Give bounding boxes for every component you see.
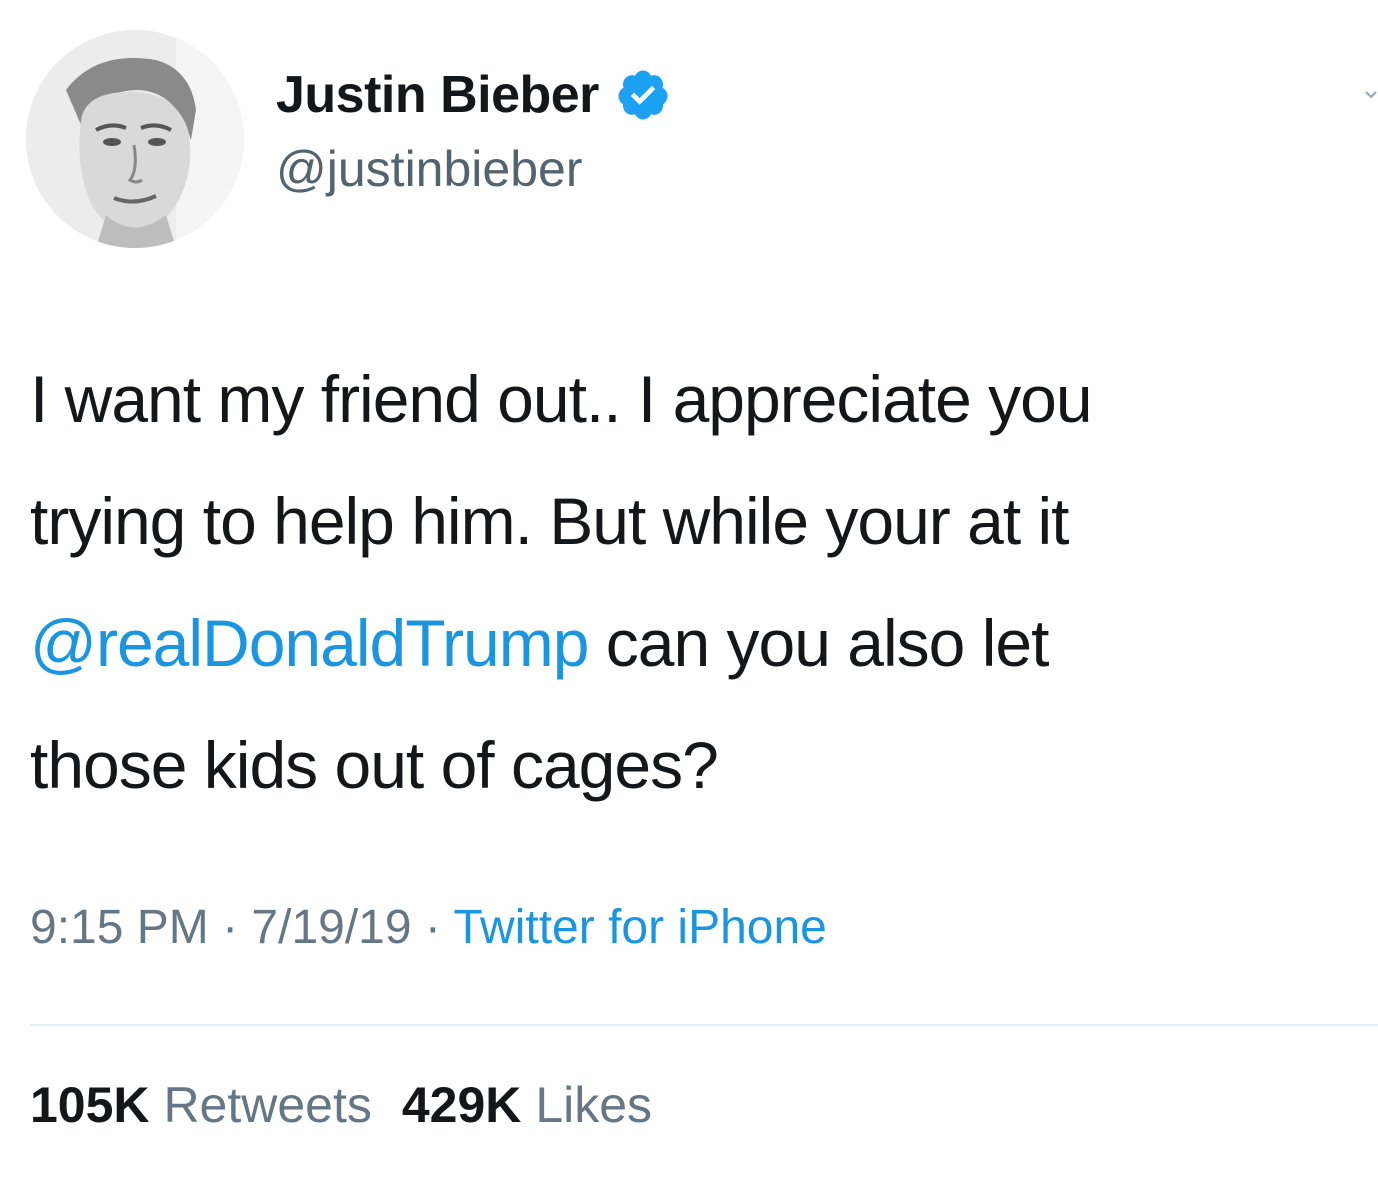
tweet-line-text: I want my friend out.. I appreciate you bbox=[30, 362, 1093, 436]
meta-separator: · bbox=[208, 901, 252, 954]
tweet-line: those kids out of cages? bbox=[30, 704, 1360, 826]
avatar[interactable] bbox=[26, 30, 244, 248]
verified-badge-icon bbox=[618, 70, 668, 120]
name-row: Justin Bieber bbox=[276, 60, 671, 130]
tweet-line-text: those kids out of cages? bbox=[30, 728, 719, 802]
user-handle[interactable]: @justinbieber bbox=[276, 140, 582, 198]
tweet-text: I want my friend out.. I appreciate you … bbox=[30, 338, 1360, 826]
tweet-line: I want my friend out.. I appreciate you bbox=[30, 338, 1360, 460]
likes-stat[interactable]: 429K Likes bbox=[402, 1077, 652, 1133]
tweet-line: trying to help him. But while your at it bbox=[30, 460, 1360, 582]
tweet-stats: 105K Retweets 429K Likes bbox=[30, 1076, 652, 1134]
tweet-meta: 9:15 PM · 7/19/19 · Twitter for iPhone bbox=[30, 900, 827, 955]
retweets-label: Retweets bbox=[163, 1077, 372, 1133]
divider bbox=[30, 1024, 1378, 1026]
likes-count: 429K bbox=[401, 1077, 522, 1133]
tweet-time: 9:15 PM bbox=[30, 901, 209, 954]
avatar-image bbox=[26, 30, 244, 248]
tweet-source-link[interactable]: Twitter for iPhone bbox=[453, 901, 827, 954]
retweets-count: 105K bbox=[30, 1077, 150, 1133]
tweet-card: Justin Bieber @justinbieber I want my fr… bbox=[0, 0, 1378, 1188]
likes-label: Likes bbox=[535, 1077, 653, 1133]
retweets-stat[interactable]: 105K Retweets bbox=[30, 1077, 372, 1133]
chevron-down-icon[interactable] bbox=[1364, 88, 1378, 102]
tweet-line-text: trying to help him. But while your at it bbox=[30, 484, 1069, 558]
tweet-date: 7/19/19 bbox=[251, 901, 412, 954]
tweet-line: @realDonaldTrump can you also let bbox=[30, 582, 1360, 704]
mention-link[interactable]: @realDonaldTrump bbox=[30, 606, 589, 680]
display-name[interactable]: Justin Bieber bbox=[276, 65, 599, 125]
meta-separator: · bbox=[411, 901, 454, 954]
tweet-line-text: can you also let bbox=[588, 606, 1050, 680]
